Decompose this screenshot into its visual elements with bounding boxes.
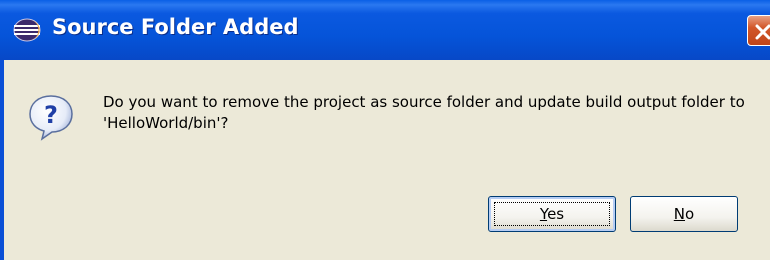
svg-text:?: ? (44, 101, 58, 129)
window-border-left (0, 60, 4, 260)
close-button[interactable] (747, 15, 770, 46)
title-bar[interactable]: Source Folder Added (0, 0, 770, 60)
dialog-message: Do you want to remove the project as sou… (103, 93, 745, 132)
dialog-window: Source Folder Added ? Do you want to rem… (0, 0, 770, 260)
focus-rect (494, 202, 610, 226)
eclipse-icon (12, 17, 42, 43)
no-button-label: No (673, 205, 695, 223)
no-button[interactable]: No (630, 196, 738, 232)
question-icon: ? (26, 92, 76, 142)
close-icon (755, 24, 770, 40)
yes-button[interactable]: Yes (488, 196, 616, 232)
window-title: Source Folder Added (52, 15, 299, 39)
